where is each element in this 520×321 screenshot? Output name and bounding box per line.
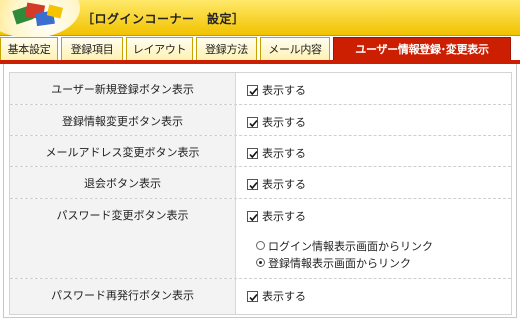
- show-info-change-checkbox[interactable]: 表示する: [247, 114, 306, 130]
- show-withdraw-checkbox[interactable]: 表示する: [247, 176, 306, 192]
- radio-selected-icon[interactable]: [256, 258, 265, 267]
- radio-registration-info-link[interactable]: 登録情報表示画面からリンク: [256, 254, 433, 271]
- checkbox-checked-icon[interactable]: [247, 178, 258, 190]
- setting-row-new-registration: ユーザー新規登録ボタン表示 表示する: [10, 73, 511, 105]
- content-frame: ユーザー新規登録ボタン表示 表示する 登録情報変更ボタン表示 表示する メールア…: [3, 64, 517, 318]
- setting-label: パスワード変更ボタン表示: [10, 199, 236, 278]
- checkbox-checked-icon[interactable]: [247, 290, 258, 302]
- show-email-change-checkbox[interactable]: 表示する: [247, 145, 306, 161]
- tab-bar: 基本設定 登録項目 レイアウト 登録方法 メール内容 ユーザー情報登録･変更表示: [0, 37, 520, 61]
- tab-basic-settings[interactable]: 基本設定: [0, 37, 58, 60]
- checkbox-checked-icon[interactable]: [247, 210, 258, 222]
- tab-registration-fields[interactable]: 登録項目: [61, 37, 123, 60]
- show-password-change-checkbox[interactable]: 表示する: [247, 208, 306, 224]
- setting-label: メールアドレス変更ボタン表示: [10, 136, 236, 166]
- tab-mail-content[interactable]: メール内容: [260, 37, 330, 60]
- settings-panel: ユーザー新規登録ボタン表示 表示する 登録情報変更ボタン表示 表示する メールア…: [9, 72, 512, 315]
- password-change-link-radio-group: ログイン情報表示画面からリンク 登録情報表示画面からリンク: [256, 237, 433, 271]
- checkbox-checked-icon[interactable]: [247, 116, 258, 128]
- show-password-reissue-checkbox[interactable]: 表示する: [247, 288, 306, 304]
- radio-login-info-link[interactable]: ログイン情報表示画面からリンク: [256, 237, 433, 254]
- setting-row-withdraw: 退会ボタン表示 表示する: [10, 167, 511, 199]
- setting-label: パスワード再発行ボタン表示: [10, 279, 236, 314]
- radio-unselected-icon[interactable]: [256, 241, 265, 250]
- tab-layout[interactable]: レイアウト: [126, 37, 193, 60]
- setting-row-info-change: 登録情報変更ボタン表示 表示する: [10, 105, 511, 136]
- setting-label: ユーザー新規登録ボタン表示: [10, 73, 236, 104]
- setting-label: 退会ボタン表示: [10, 167, 236, 198]
- checkbox-checked-icon[interactable]: [247, 84, 258, 96]
- tab-user-info-display[interactable]: ユーザー情報登録･変更表示: [333, 37, 511, 60]
- page-title: ［ログインコーナー 設定］: [82, 12, 245, 26]
- tab-registration-method[interactable]: 登録方法: [196, 37, 257, 60]
- setting-label: 登録情報変更ボタン表示: [10, 105, 236, 135]
- show-new-registration-checkbox[interactable]: 表示する: [247, 82, 306, 98]
- setting-row-password-change: パスワード変更ボタン表示 表示する ログイン情報表示画面からリンク 登録情報表示…: [10, 199, 511, 279]
- header-bar: ［ログインコーナー 設定］: [0, 0, 520, 38]
- setting-row-email-change: メールアドレス変更ボタン表示 表示する: [10, 136, 511, 167]
- books-logo-icon: [12, 2, 64, 27]
- checkbox-checked-icon[interactable]: [247, 147, 258, 159]
- setting-row-password-reissue: パスワード再発行ボタン表示 表示する: [10, 279, 511, 314]
